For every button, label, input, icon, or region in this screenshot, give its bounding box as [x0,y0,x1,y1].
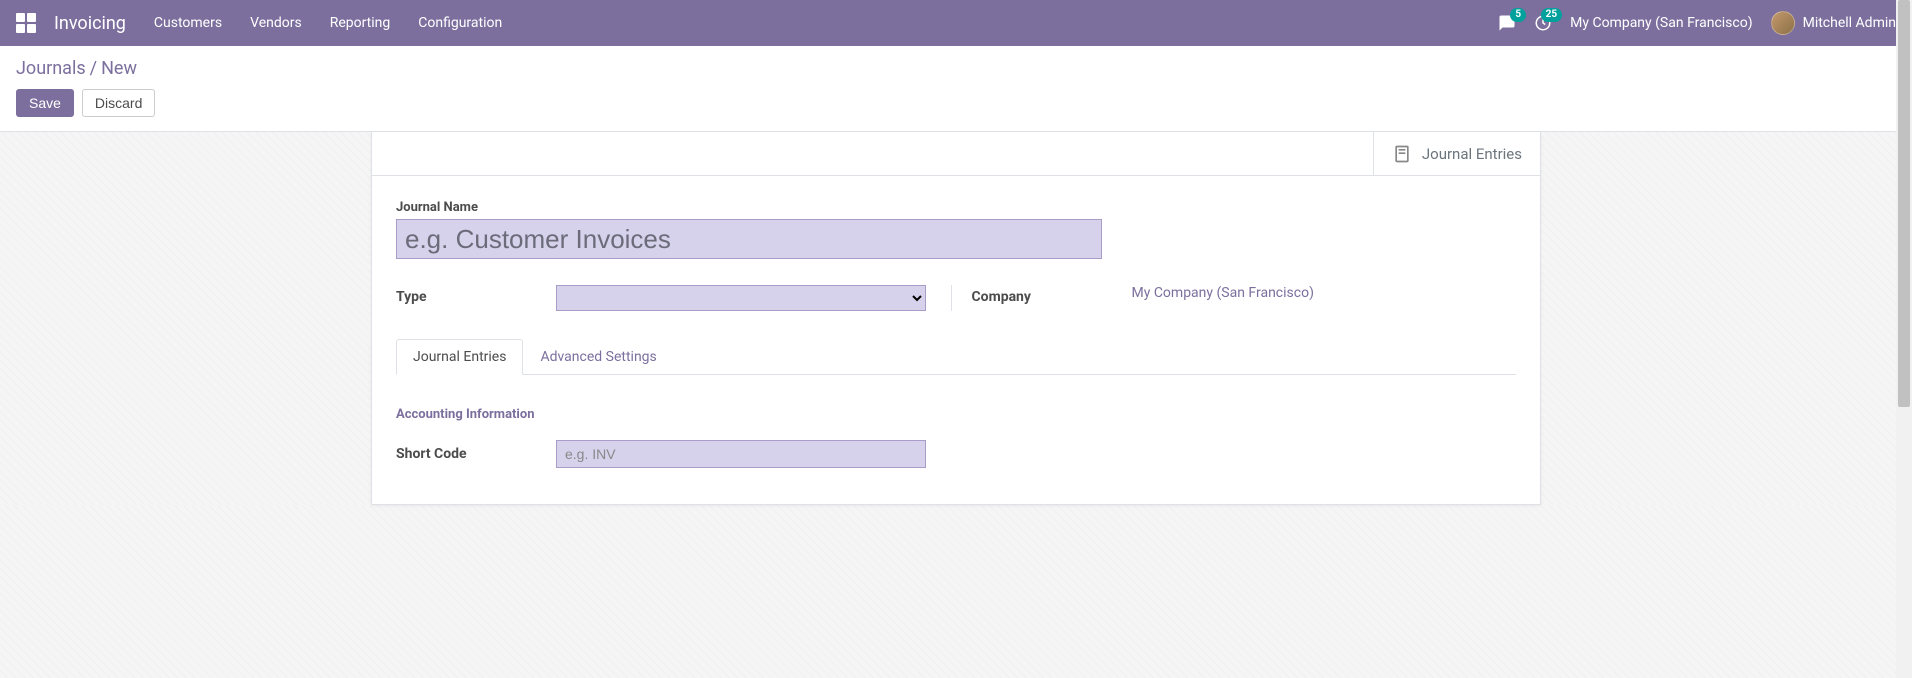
scrollbar[interactable] [1896,0,1912,678]
tab-content-journal-entries: Accounting Information Short Code [396,375,1516,468]
button-box: Journal Entries [372,132,1540,176]
company-switcher[interactable]: My Company (San Francisco) [1570,15,1752,31]
section-accounting-information: Accounting Information [396,407,1516,422]
company-value-link[interactable]: My Company (San Francisco) [1132,285,1314,301]
user-name: Mitchell Admin [1803,15,1896,31]
user-menu[interactable]: Mitchell Admin [1771,11,1896,35]
short-code-label: Short Code [396,446,556,462]
menu-reporting[interactable]: Reporting [330,15,391,31]
avatar [1771,11,1795,35]
breadcrumb-parent[interactable]: Journals [16,58,86,79]
apps-icon[interactable] [16,13,36,33]
activities-button[interactable]: 25 [1534,14,1552,32]
company-field: Company My Company (San Francisco) [972,285,1517,311]
group-separator [951,285,952,311]
short-code-input[interactable] [556,440,926,468]
type-field: Type [396,285,941,311]
journal-name-input[interactable] [396,219,1102,259]
field-group-row: Type Company My Company (San Francisco) [396,285,1516,311]
notebook-tabs: Journal Entries Advanced Settings [396,339,1516,375]
messages-button[interactable]: 5 [1498,14,1516,32]
tab-journal-entries[interactable]: Journal Entries [396,339,523,375]
tab-advanced-settings[interactable]: Advanced Settings [523,339,673,375]
main-menu: Customers Vendors Reporting Configuratio… [154,15,502,31]
nav-right: 5 25 My Company (San Francisco) Mitchell… [1498,11,1896,35]
company-label: Company [972,285,1132,305]
messages-badge: 5 [1510,8,1526,22]
type-label: Type [396,285,556,305]
top-nav: Invoicing Customers Vendors Reporting Co… [0,0,1912,46]
breadcrumb-separator: / [90,58,97,79]
sheet-body: Journal Name Type Company My Company (Sa… [372,176,1540,504]
journal-name-label: Journal Name [396,200,1516,215]
stat-button-label: Journal Entries [1422,145,1522,163]
menu-customers[interactable]: Customers [154,15,222,31]
menu-configuration[interactable]: Configuration [418,15,502,31]
control-buttons: Save Discard [16,89,1896,117]
short-code-field: Short Code [396,440,1516,468]
control-panel: Journals/New Save Discard [0,46,1912,132]
discard-button[interactable]: Discard [82,89,155,117]
scrollbar-thumb[interactable] [1898,0,1910,407]
breadcrumb-current: New [101,58,137,79]
form-sheet: Journal Entries Journal Name Type Compan… [371,132,1541,505]
journal-entries-stat-button[interactable]: Journal Entries [1373,132,1540,175]
app-title[interactable]: Invoicing [54,13,126,34]
type-select[interactable] [556,285,926,311]
save-button[interactable]: Save [16,89,74,117]
form-container: Journal Entries Journal Name Type Compan… [0,132,1912,505]
activities-badge: 25 [1541,8,1562,22]
book-icon [1392,144,1412,164]
breadcrumb: Journals/New [16,58,1896,79]
menu-vendors[interactable]: Vendors [250,15,302,31]
